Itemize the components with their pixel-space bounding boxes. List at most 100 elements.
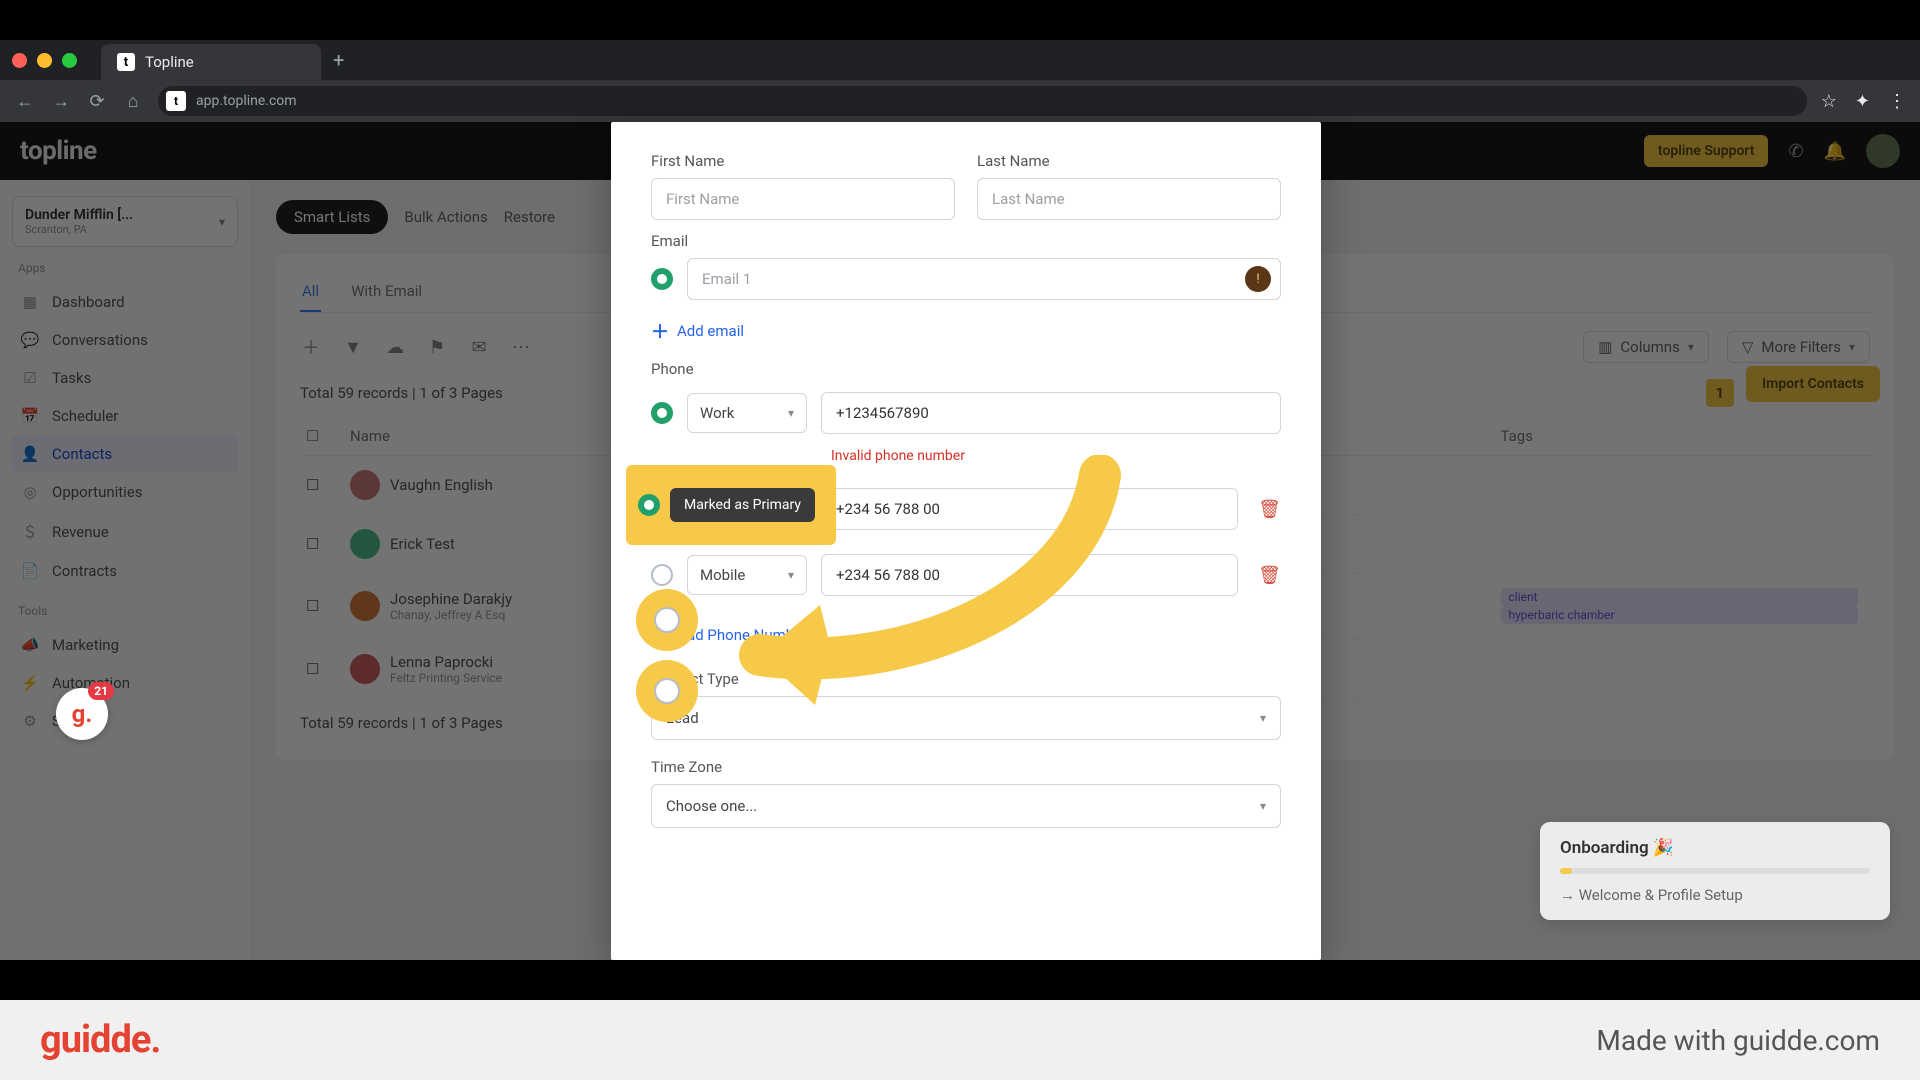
reload-icon[interactable]: ⟳ [86,91,108,112]
flag-icon[interactable]: ⚑ [426,337,448,358]
chevron-down-icon: ▾ [219,215,225,229]
gear-icon: ⚙ [20,712,40,730]
sidebar-item-contacts[interactable]: 👤Contacts [12,435,238,473]
avatar[interactable] [1866,134,1900,168]
extensions-icon[interactable]: ✦ [1855,91,1870,112]
phone-type-value: Work [700,404,734,422]
close-window-icon[interactable] [12,53,27,68]
browser-tab[interactable]: t Topline [101,44,321,80]
tab-bulk-actions[interactable]: Bulk Actions [404,208,487,226]
phone-row-1: Work▾ [651,392,1281,434]
sidebar-item-scheduler[interactable]: 📅Scheduler [12,397,238,435]
back-icon[interactable]: ← [14,91,36,112]
phone-input-1[interactable] [821,392,1281,434]
support-button[interactable]: topline Support [1644,135,1769,167]
email-input[interactable] [687,258,1281,300]
maximize-window-icon[interactable] [62,53,77,68]
cloud-icon[interactable]: ☁ [384,337,406,358]
url-favicon-icon: t [166,91,186,111]
more-icon[interactable]: ⋯ [510,337,532,358]
phone-primary-radio[interactable] [651,402,673,424]
guidde-logo: guidde. [40,1018,160,1062]
timezone-select[interactable]: Choose one...▾ [651,784,1281,828]
sidebar-item-label: Marketing [52,636,119,654]
filter-icon[interactable]: ▼ [342,337,364,358]
star-icon[interactable]: ☆ [1821,91,1837,112]
trash-icon[interactable]: 🗑 [1258,499,1281,520]
onboarding-progress [1560,868,1870,874]
records-summary: Total 59 records | 1 of 3 Pages [300,384,503,402]
browser-nav-bar: ← → ⟳ ⌂ t app.topline.com ☆ ✦ ⋮ [0,80,1920,122]
megaphone-icon: 📣 [20,636,40,654]
phone-type-select[interactable]: Work▾ [687,393,807,433]
chat-icon: 💬 [20,331,40,349]
phone-type-select[interactable]: Mobile▾ [687,555,807,595]
row-name: Erick Test [390,535,455,553]
sidebar-item-label: Dashboard [52,293,125,311]
minimize-window-icon[interactable] [37,53,52,68]
url-bar[interactable]: t app.topline.com [158,86,1807,116]
card-tab-with-email[interactable]: With Email [349,272,424,312]
new-tab-button[interactable]: + [333,48,344,72]
forward-icon[interactable]: → [50,91,72,112]
row-sub: Feltz Printing Service [390,671,502,685]
tab-smart-lists[interactable]: Smart Lists [276,200,388,234]
menu-icon[interactable]: ⋮ [1888,91,1906,112]
contact-type-select[interactable]: Lead▾ [651,696,1281,740]
onboarding-toast[interactable]: Onboarding 🎉 → Welcome & Profile Setup [1540,822,1890,920]
card-tab-all[interactable]: All [300,272,321,312]
sidebar-item-tasks[interactable]: ☑Tasks [12,359,238,397]
row-checkbox[interactable]: ☐ [306,660,330,678]
add-email-button[interactable]: ＋Add email [651,318,1281,344]
window-controls [12,53,77,68]
sidebar-item-label: Contracts [52,562,117,580]
phone-input-2[interactable] [821,488,1238,530]
phone-input-3[interactable] [821,554,1238,596]
guidde-bubble-letter: g. [72,700,93,728]
email-primary-radio[interactable] [651,268,673,290]
import-contacts-button[interactable]: Import Contacts [1746,366,1880,402]
sidebar-item-label: Scheduler [52,407,118,425]
add-icon[interactable]: ＋ [300,334,322,360]
sidebar-item-conversations[interactable]: 💬Conversations [12,321,238,359]
tab-favicon-icon: t [117,53,135,71]
phone-icon[interactable]: ✆ [1788,141,1803,162]
first-name-input[interactable] [651,178,955,220]
phone-primary-radio[interactable] [651,564,673,586]
sidebar-item-settings[interactable]: ⚙Settings [12,702,238,740]
company-switcher[interactable]: Dunder Mifflin [... Scranton, PA ▾ [12,196,238,247]
columns-button[interactable]: ▥Columns▾ [1583,331,1709,363]
sidebar-item-automation[interactable]: ⚡Automation [12,664,238,702]
page-current[interactable]: 1 [1706,379,1734,407]
sidebar-item-revenue[interactable]: ＄Revenue [12,511,238,552]
th-tags[interactable]: Tags [1501,427,1865,445]
last-name-input[interactable] [977,178,1281,220]
row-checkbox[interactable]: ☐ [306,535,330,553]
row-checkbox[interactable]: ☐ [306,476,330,494]
more-filters-button[interactable]: ▽More Filters▾ [1727,331,1870,363]
records-summary: Total 59 records | 1 of 3 Pages [300,714,503,732]
row-name: Lenna Paprocki [390,653,493,671]
row-tags: clienthyperbaric chamber [1501,588,1865,624]
side-group-tools: Tools [18,604,238,618]
row-name: Josephine Darakjy [390,590,512,608]
mail-icon[interactable]: ✉ [468,337,490,358]
add-phone-button[interactable]: ＋Add Phone Numbers [651,622,1281,648]
email-validate-icon[interactable]: ! [1245,266,1271,292]
guidde-bubble[interactable]: g. 21 [56,688,108,740]
th-checkbox[interactable]: ☐ [306,427,330,445]
company-name: Dunder Mifflin [... [25,207,133,223]
sidebar-item-marketing[interactable]: 📣 Marketing [12,626,238,664]
primary-radio-highlight-icon [638,494,660,516]
sidebar-item-contracts[interactable]: 📄Contracts [12,552,238,590]
home-icon[interactable]: ⌂ [122,91,144,112]
tab-restore[interactable]: Restore [504,208,555,226]
bell-icon[interactable]: 🔔 [1824,141,1846,162]
avatar [350,591,380,621]
trash-icon[interactable]: 🗑 [1258,565,1281,586]
company-sub: Scranton, PA [25,223,133,236]
row-checkbox[interactable]: ☐ [306,597,330,615]
sidebar-item-opportunities[interactable]: ◎Opportunities [12,473,238,511]
chevron-down-icon: ▾ [1688,340,1694,354]
sidebar-item-dashboard[interactable]: ▦Dashboard [12,283,238,321]
